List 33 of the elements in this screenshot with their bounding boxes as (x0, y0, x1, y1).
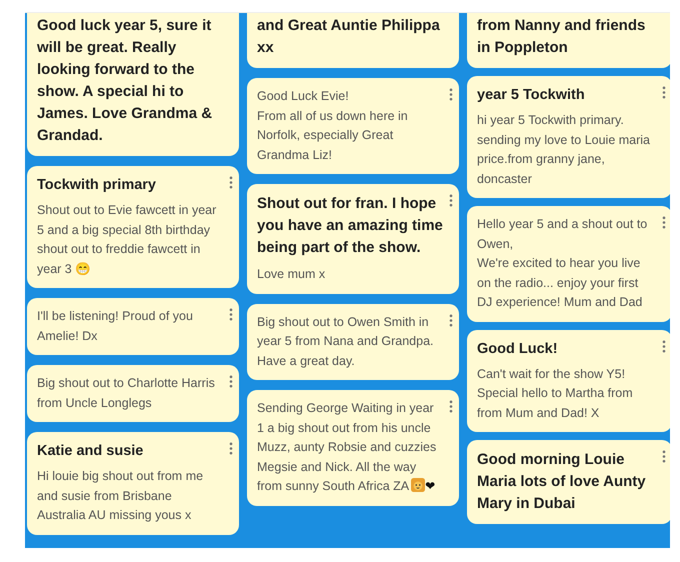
post-text: Hi louie big shout out from me and susie from Brisbane Australia AU missing yous x (37, 468, 204, 524)
more-options-icon[interactable] (449, 400, 453, 413)
post-text: Can't wait for the show Y5! Special hello to Martha from from Mum and Dad! X (477, 366, 634, 422)
post-text: I'll be listening! Proud of you Amelie! Dx (37, 308, 194, 344)
more-options-icon[interactable] (662, 216, 666, 229)
post-title: Good Luck! (477, 340, 559, 358)
post-text: and Great Auntie Philippa xx (257, 16, 441, 58)
more-options-icon[interactable] (662, 450, 666, 463)
post-text: Good luck year 5, sure it will be great. Really looking forward to the show. A special hi to James. Love Grandma & Grandad. (37, 16, 214, 146)
post-text: Good morning Louie Maria lots of love Aunty Mary in Dubai (477, 450, 647, 514)
post-title: Shout out for fran. I hope you have an amazing time being part of the show. (257, 194, 443, 258)
post-title: Katie and susie (37, 442, 144, 461)
more-options-icon[interactable] (229, 308, 233, 321)
more-options-icon[interactable] (662, 86, 666, 99)
post-text: Good Luck Evie! From all of us down here in Norfolk, especially Great Grandma Liz! (257, 88, 409, 164)
post-text: Big shout out to Owen Smith in year 5 from Nana and Grandpa. Have a great day. (257, 314, 434, 370)
post-title: Tockwith primary (37, 176, 157, 195)
post-text: Sending George Waiting in year 1 a big shout out from his uncle Muzz, aunty Robsie and cuzzies Megsie and Nick. All the way from sunny South Africa ZA ❤ (257, 400, 438, 495)
post-title: year 5 Tockwith (477, 86, 586, 105)
more-options-icon[interactable] (229, 375, 233, 388)
post-text: hi year 5 Tockwith primary. sending my love to Louie maria price.from granny jane, doncaster (477, 112, 652, 188)
more-options-icon[interactable] (229, 442, 233, 455)
more-options-icon[interactable] (449, 88, 453, 101)
more-options-icon[interactable] (229, 176, 233, 189)
more-options-icon[interactable] (449, 314, 453, 326)
post-text: Shout out to Evie fawcett in year 5 and a big special 8th birthday shout out to freddie fawcett in year 3 😁 (37, 202, 218, 278)
post-text: Love mum x (257, 266, 326, 283)
post-text: from Nanny and friends in Poppleton (477, 16, 646, 58)
more-options-icon[interactable] (662, 340, 666, 352)
more-options-icon[interactable] (449, 194, 453, 207)
post-text: Big shout out to Charlotte Harris from Uncle Longlegs (37, 375, 216, 412)
post-text: Hello year 5 and a shout out to Owen, We're excited to hear you live on the radio... enjoy your first DJ experience! Mum and Dad (477, 216, 648, 311)
heart-text: ❤ (425, 479, 436, 493)
